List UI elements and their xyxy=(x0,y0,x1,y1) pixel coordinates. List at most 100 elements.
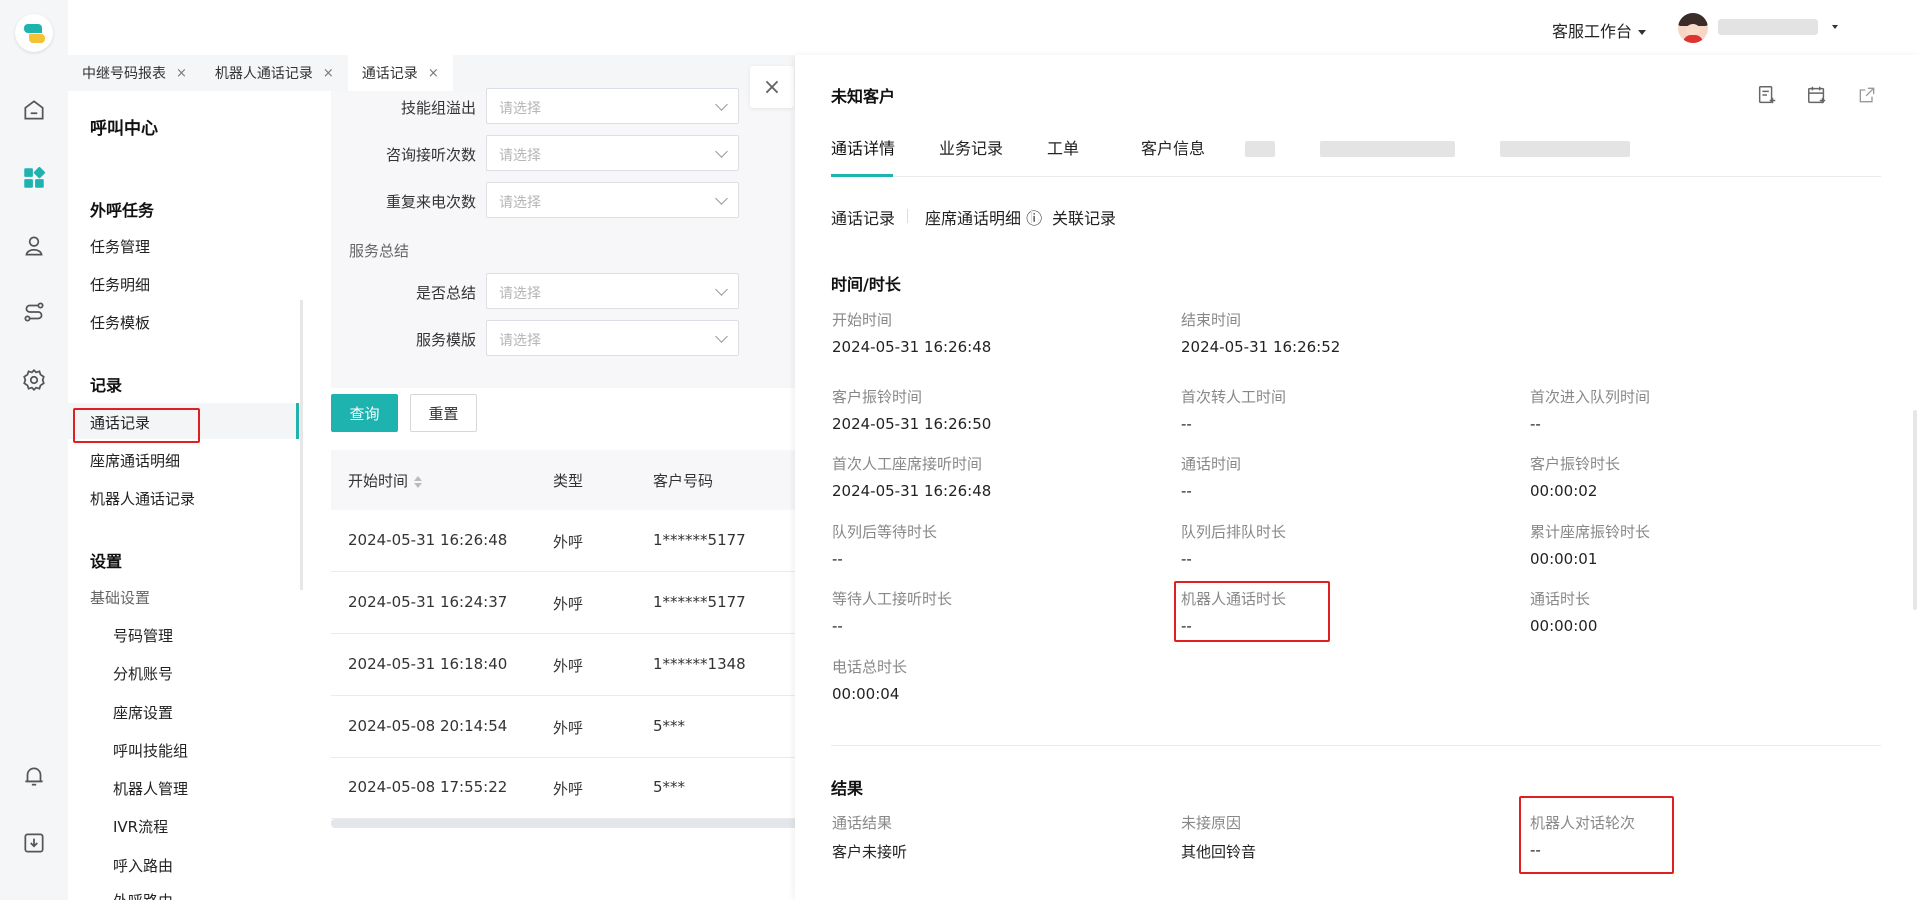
sidebar-item-basic[interactable]: 基础设置 xyxy=(90,587,150,608)
user-menu-caret-icon[interactable] xyxy=(1832,25,1838,29)
tab-call-detail[interactable]: 通话详情 xyxy=(831,135,895,159)
icon-rail xyxy=(0,0,68,900)
table-row[interactable]: 2024-05-08 17:55:22 外呼 5*** xyxy=(331,757,801,819)
filter-section-service-summary: 服务总结 xyxy=(349,242,410,260)
table-row[interactable]: 2024-05-08 20:14:54 外呼 5*** xyxy=(331,696,801,758)
drawer-close-button[interactable]: × xyxy=(750,66,794,108)
table-header: 开始时间 类型 客户号码 xyxy=(331,450,801,510)
close-icon[interactable]: × xyxy=(176,66,187,81)
cell-customer-number: 5*** xyxy=(653,717,686,735)
sidebar-item-inbound-route[interactable]: 呼入路由 xyxy=(113,855,173,876)
sidebar-item-robot-records[interactable]: 机器人通话记录 xyxy=(90,488,195,509)
table-horizontal-scrollbar[interactable] xyxy=(331,819,801,828)
tab-robot-records[interactable]: 机器人通话记录 × xyxy=(201,55,348,91)
sidebar-item-robot-mgmt[interactable]: 机器人管理 xyxy=(113,778,188,799)
sidebar-item-seat-settings[interactable]: 座席设置 xyxy=(113,702,173,723)
table-row[interactable]: 2024-05-31 16:26:48 外呼 1******5177 xyxy=(331,510,801,572)
download-icon[interactable] xyxy=(20,829,48,857)
select-repeat-count[interactable]: 请选择 xyxy=(486,182,739,218)
add-calendar-icon[interactable] xyxy=(1804,82,1830,108)
subtab-related[interactable]: 关联记录 xyxy=(1052,205,1116,229)
subtab-seat-detail[interactable]: 座席通话明细 ⓘ xyxy=(925,205,1042,229)
field-customer-ring-duration: 客户振铃时长 00:00:02 xyxy=(1530,455,1621,500)
cell-type: 外呼 xyxy=(553,595,584,613)
field-first-transfer-time: 首次转人工时间 -- xyxy=(1181,388,1287,433)
th-customer-number: 客户号码 xyxy=(653,472,714,490)
sidebar-group-settings: 设置 xyxy=(90,552,123,571)
select-service-template[interactable]: 请选择 xyxy=(486,320,739,356)
app-logo[interactable] xyxy=(15,14,53,52)
query-button[interactable]: 查询 xyxy=(331,394,398,432)
sidebar-item-ext[interactable]: 分机账号 xyxy=(113,663,173,684)
field-first-queue-time: 首次进入队列时间 -- xyxy=(1530,388,1651,433)
field-first-seat-answer-time: 首次人工座席接听时间 2024-05-31 16:26:48 xyxy=(832,455,992,500)
table-row[interactable]: 2024-05-31 16:24:37 外呼 1******5177 xyxy=(331,572,801,634)
user-icon[interactable] xyxy=(20,232,48,260)
close-icon[interactable]: × xyxy=(323,66,334,81)
sidebar-item-ivr[interactable]: IVR流程 xyxy=(113,816,168,837)
cell-type: 外呼 xyxy=(553,657,584,675)
tab-customer-info[interactable]: 客户信息 xyxy=(1141,135,1205,159)
chevron-down-icon xyxy=(715,98,728,111)
th-type: 类型 xyxy=(553,472,584,490)
home-icon[interactable] xyxy=(20,96,48,124)
highlight-box-robot-duration xyxy=(1174,581,1330,642)
reset-button[interactable]: 重置 xyxy=(410,394,477,432)
active-tab-underline xyxy=(831,174,893,177)
filter-label-service-template: 服务模版 xyxy=(415,331,476,349)
close-icon[interactable]: × xyxy=(428,66,439,81)
add-note-icon[interactable] xyxy=(1754,82,1780,108)
cell-customer-number: 1******5177 xyxy=(653,531,746,549)
field-post-queue-wait: 队列后等待时长 -- xyxy=(832,523,938,568)
tab-business-records[interactable]: 业务记录 xyxy=(939,135,1003,159)
cell-start-time: 2024-05-31 16:18:40 xyxy=(348,655,508,673)
subtab-call-records[interactable]: 通话记录 xyxy=(831,205,895,229)
cell-type: 外呼 xyxy=(553,533,584,551)
redacted-tab xyxy=(1245,141,1275,157)
workspace-switcher[interactable]: 客服工作台 xyxy=(1552,18,1647,42)
sidebar-item-skill-group[interactable]: 呼叫技能组 xyxy=(113,740,188,761)
section-title-result: 结果 xyxy=(831,779,864,798)
highlight-box-robot-rounds xyxy=(1519,796,1674,874)
field-wait-agent-answer: 等待人工接听时长 -- xyxy=(832,590,953,635)
field-total-seat-ring: 累计座席振铃时长 00:00:01 xyxy=(1530,523,1651,568)
th-start-time[interactable]: 开始时间 xyxy=(348,470,423,491)
route-icon[interactable] xyxy=(20,298,48,326)
chevron-down-icon xyxy=(715,330,728,343)
sidebar-item-task-detail[interactable]: 任务明细 xyxy=(90,274,150,295)
workspace-label: 客服工作台 xyxy=(1552,22,1633,41)
cell-customer-number: 1******5177 xyxy=(653,593,746,611)
external-link-icon[interactable] xyxy=(1854,82,1880,108)
call-detail-drawer: 未知客户 通话详情 业务记录 工单 客户信息 通话记录 座席通话明细 ⓘ 关联记… xyxy=(795,55,1920,900)
bell-icon[interactable] xyxy=(20,762,48,790)
apps-icon[interactable] xyxy=(20,164,48,192)
chevron-down-icon xyxy=(715,283,728,296)
sidebar-item-outbound-route[interactable]: 外呼路由 xyxy=(113,890,173,900)
sidebar-item-task-mgmt[interactable]: 任务管理 xyxy=(90,236,150,257)
cell-start-time: 2024-05-08 20:14:54 xyxy=(348,717,508,735)
table-row[interactable]: 2024-05-31 16:18:40 外呼 1******1348 xyxy=(331,634,801,696)
sidebar-item-seat-detail[interactable]: 座席通话明细 xyxy=(90,450,180,471)
field-start-time: 开始时间 2024-05-31 16:26:48 xyxy=(832,311,992,356)
gear-icon[interactable] xyxy=(20,366,48,394)
select-consult-count[interactable]: 请选择 xyxy=(486,135,739,171)
cell-customer-number: 1******1348 xyxy=(653,655,746,673)
filter-label-consult-count: 咨询接听次数 xyxy=(385,146,476,164)
tab-work-order[interactable]: 工单 xyxy=(1047,135,1079,159)
tab-call-records[interactable]: 通话记录 × xyxy=(347,55,453,91)
page-tabs: 中继号码报表 × 机器人通话记录 × 通话记录 × xyxy=(68,55,800,91)
filter-label-is-summary: 是否总结 xyxy=(415,284,476,302)
info-icon: ⓘ xyxy=(1026,209,1043,228)
sidebar-active-indicator xyxy=(296,403,299,439)
avatar[interactable] xyxy=(1678,13,1708,43)
select-skill-overflow[interactable]: 请选择 xyxy=(486,88,739,124)
tab-relay-report[interactable]: 中继号码报表 × xyxy=(68,55,201,91)
drawer-scrollbar[interactable] xyxy=(1913,410,1917,610)
select-is-summary[interactable]: 请选择 xyxy=(486,273,739,309)
sidebar-item-numbers[interactable]: 号码管理 xyxy=(113,625,173,646)
field-call-time: 通话时间 -- xyxy=(1181,455,1242,500)
field-call-result: 通话结果 客户未接听 xyxy=(832,814,908,861)
sidebar-item-task-template[interactable]: 任务模板 xyxy=(90,312,150,333)
customer-title: 未知客户 xyxy=(831,87,896,106)
sidebar-scrollbar[interactable] xyxy=(300,300,303,590)
